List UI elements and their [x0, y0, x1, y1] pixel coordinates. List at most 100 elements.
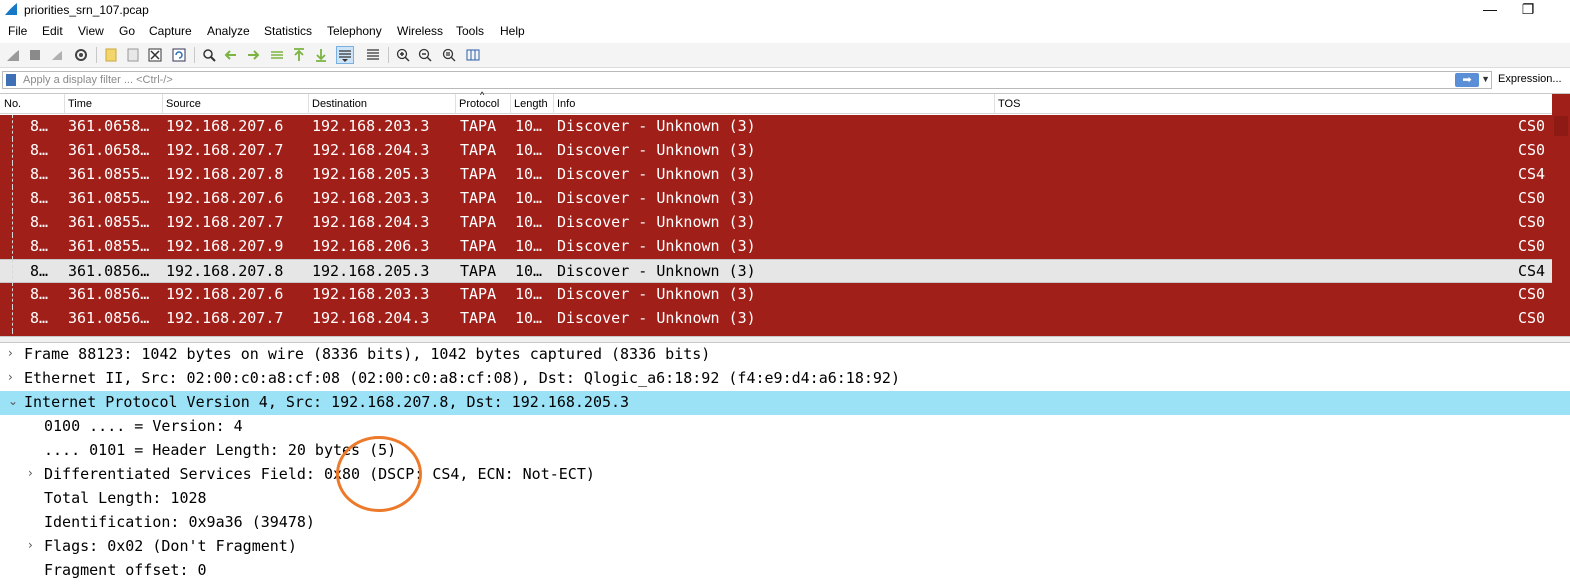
tree-item[interactable]: .... 0101 = Header Length: 20 bytes (5)	[0, 439, 1570, 463]
go-first-icon[interactable]	[290, 46, 308, 64]
open-file-icon[interactable]	[102, 46, 120, 64]
menu-edit[interactable]: Edit	[42, 24, 63, 38]
expression-button[interactable]: Expression...	[1498, 73, 1562, 85]
close-file-icon[interactable]	[146, 46, 164, 64]
tree-item[interactable]: › Frame 88123: 1042 bytes on wire (8336 b…	[0, 343, 1570, 367]
reload-icon[interactable]	[170, 46, 188, 64]
table-row[interactable]: 8… 361.0658… 192.168.207.6 192.168.203.3 TAP…	[0, 115, 1552, 139]
colorize-icon[interactable]	[364, 46, 382, 64]
collapsed-arrow-icon[interactable]: ›	[28, 538, 33, 552]
cell-source: 192.168.207.7	[166, 309, 284, 327]
minimize-button[interactable]: —	[1470, 0, 1510, 20]
menu-go[interactable]: Go	[119, 24, 135, 38]
main-toolbar	[0, 43, 1570, 68]
menu-analyze[interactable]: Analyze	[207, 24, 250, 38]
autoscroll-icon[interactable]	[336, 46, 354, 64]
collapsed-arrow-icon[interactable]: ›	[28, 466, 33, 480]
scrollbar-thumb[interactable]	[1554, 116, 1568, 136]
tree-item[interactable]: Fragment offset: 0	[0, 559, 1570, 583]
options-icon[interactable]	[72, 46, 90, 64]
display-filter-input[interactable]: Apply a display filter ... <Ctrl-/> ➡ ▼	[2, 71, 1492, 89]
pane-splitter[interactable]	[0, 336, 1570, 343]
cell-no: 8…	[30, 141, 49, 159]
filter-history-dropdown-icon[interactable]: ▼	[1481, 74, 1490, 84]
menu-wireless[interactable]: Wireless	[397, 24, 443, 38]
table-row-selected[interactable]: 8… 361.0856… 192.168.207.8 192.168.205.3 TAP…	[0, 259, 1552, 284]
menu-view[interactable]: View	[78, 24, 104, 38]
tree-item-selected[interactable]: ⌄ Internet Protocol Version 4, Src: 192.1…	[0, 391, 1570, 415]
cell-protocol: TAPA	[460, 285, 497, 303]
column-divider[interactable]	[64, 94, 65, 114]
table-row[interactable]: 8… 361.0856… 192.168.207.6 192.168.203.3 TAP…	[0, 283, 1552, 307]
go-forward-icon[interactable]	[244, 46, 262, 64]
related-packet-line	[12, 260, 13, 284]
table-row[interactable]: 8… 361.0658… 192.168.207.7 192.168.204.3 TAP…	[0, 139, 1552, 163]
cell-info: Discover - Unknown (3)	[557, 189, 756, 207]
table-row[interactable]: 8… 361.0855… 192.168.207.9 192.168.206.3 TAP…	[0, 235, 1552, 259]
zoom-normal-icon[interactable]	[440, 46, 458, 64]
column-divider[interactable]	[162, 94, 163, 114]
table-row[interactable]: 8… 361.0855… 192.168.207.8 192.168.205.3 TAP…	[0, 163, 1552, 187]
cell-length: 10…	[515, 165, 543, 183]
display-filter-bar: Apply a display filter ... <Ctrl-/> ➡ ▼ …	[0, 70, 1570, 90]
column-header-source[interactable]: Source	[166, 98, 201, 110]
tree-item[interactable]: › Flags: 0x02 (Don't Fragment)	[0, 535, 1570, 559]
cell-info: Discover - Unknown (3)	[557, 117, 756, 135]
column-divider[interactable]	[510, 94, 511, 114]
cell-tos: CS0	[1518, 117, 1546, 135]
menu-telephony[interactable]: Telephony	[327, 24, 382, 38]
go-to-packet-icon[interactable]	[268, 46, 286, 64]
cell-length: 10…	[515, 285, 543, 303]
tree-item[interactable]: Total Length: 1028	[0, 487, 1570, 511]
cell-source: 192.168.207.8	[166, 262, 284, 280]
apply-filter-arrow-icon[interactable]: ➡	[1455, 73, 1479, 87]
related-packet-line	[12, 283, 13, 307]
menu-bar: File Edit View Go Capture Analyze Statis…	[0, 21, 1570, 42]
menu-file[interactable]: File	[8, 24, 27, 38]
save-file-icon[interactable]	[124, 46, 142, 64]
go-back-icon[interactable]	[222, 46, 240, 64]
column-divider[interactable]	[553, 94, 554, 114]
shark-start-icon[interactable]	[4, 46, 22, 64]
filter-bookmark-icon[interactable]	[6, 74, 16, 86]
column-header-tos[interactable]: TOS	[998, 98, 1020, 110]
restart-icon[interactable]	[48, 46, 66, 64]
packet-list-scrollbar[interactable]	[1552, 94, 1570, 337]
table-row[interactable]: 8… 361.0855… 192.168.207.6 192.168.203.3 TAP…	[0, 187, 1552, 211]
tree-item[interactable]: › Ethernet II, Src: 02:00:c0:a8:cf:08 (02…	[0, 367, 1570, 391]
cell-source: 192.168.207.6	[166, 189, 284, 207]
expanded-arrow-icon[interactable]: ⌄	[8, 394, 18, 408]
column-header-time[interactable]: Time	[68, 98, 92, 110]
column-divider[interactable]	[455, 94, 456, 114]
find-icon[interactable]	[200, 46, 218, 64]
go-last-icon[interactable]	[312, 46, 330, 64]
column-header-destination[interactable]: Destination	[312, 98, 367, 110]
collapsed-arrow-icon[interactable]: ›	[8, 346, 13, 360]
cell-info: Discover - Unknown (3)	[557, 213, 756, 231]
related-packet-line	[12, 163, 13, 187]
column-header-length[interactable]: Length	[514, 98, 548, 110]
menu-capture[interactable]: Capture	[149, 24, 192, 38]
tree-item-text: Internet Protocol Version 4, Src: 192.16…	[24, 393, 630, 411]
resize-columns-icon[interactable]	[464, 46, 482, 64]
table-row[interactable]: 8… 361.0855… 192.168.207.7 192.168.204.3 TAP…	[0, 211, 1552, 235]
tree-item[interactable]: 0100 .... = Version: 4	[0, 415, 1570, 439]
menu-help[interactable]: Help	[500, 24, 525, 38]
column-header-info[interactable]: Info	[557, 98, 575, 110]
cell-protocol: TAPA	[460, 141, 497, 159]
tree-item[interactable]: › Differentiated Services Field: 0x80 (DS…	[0, 463, 1570, 487]
column-divider[interactable]	[994, 94, 995, 114]
zoom-out-icon[interactable]	[416, 46, 434, 64]
zoom-in-icon[interactable]	[394, 46, 412, 64]
cell-source: 192.168.207.8	[166, 165, 284, 183]
restore-button[interactable]: ❐	[1508, 0, 1548, 20]
menu-statistics[interactable]: Statistics	[264, 24, 312, 38]
column-header-no[interactable]: No.	[4, 98, 21, 110]
menu-tools[interactable]: Tools	[456, 24, 484, 38]
column-divider[interactable]	[308, 94, 309, 114]
cell-time: 361.0856…	[68, 262, 150, 280]
tree-item[interactable]: Identification: 0x9a36 (39478)	[0, 511, 1570, 535]
table-row[interactable]: 8… 361.0856… 192.168.207.7 192.168.204.3 TAP…	[0, 307, 1552, 331]
collapsed-arrow-icon[interactable]: ›	[8, 370, 13, 384]
stop-icon[interactable]	[26, 46, 44, 64]
